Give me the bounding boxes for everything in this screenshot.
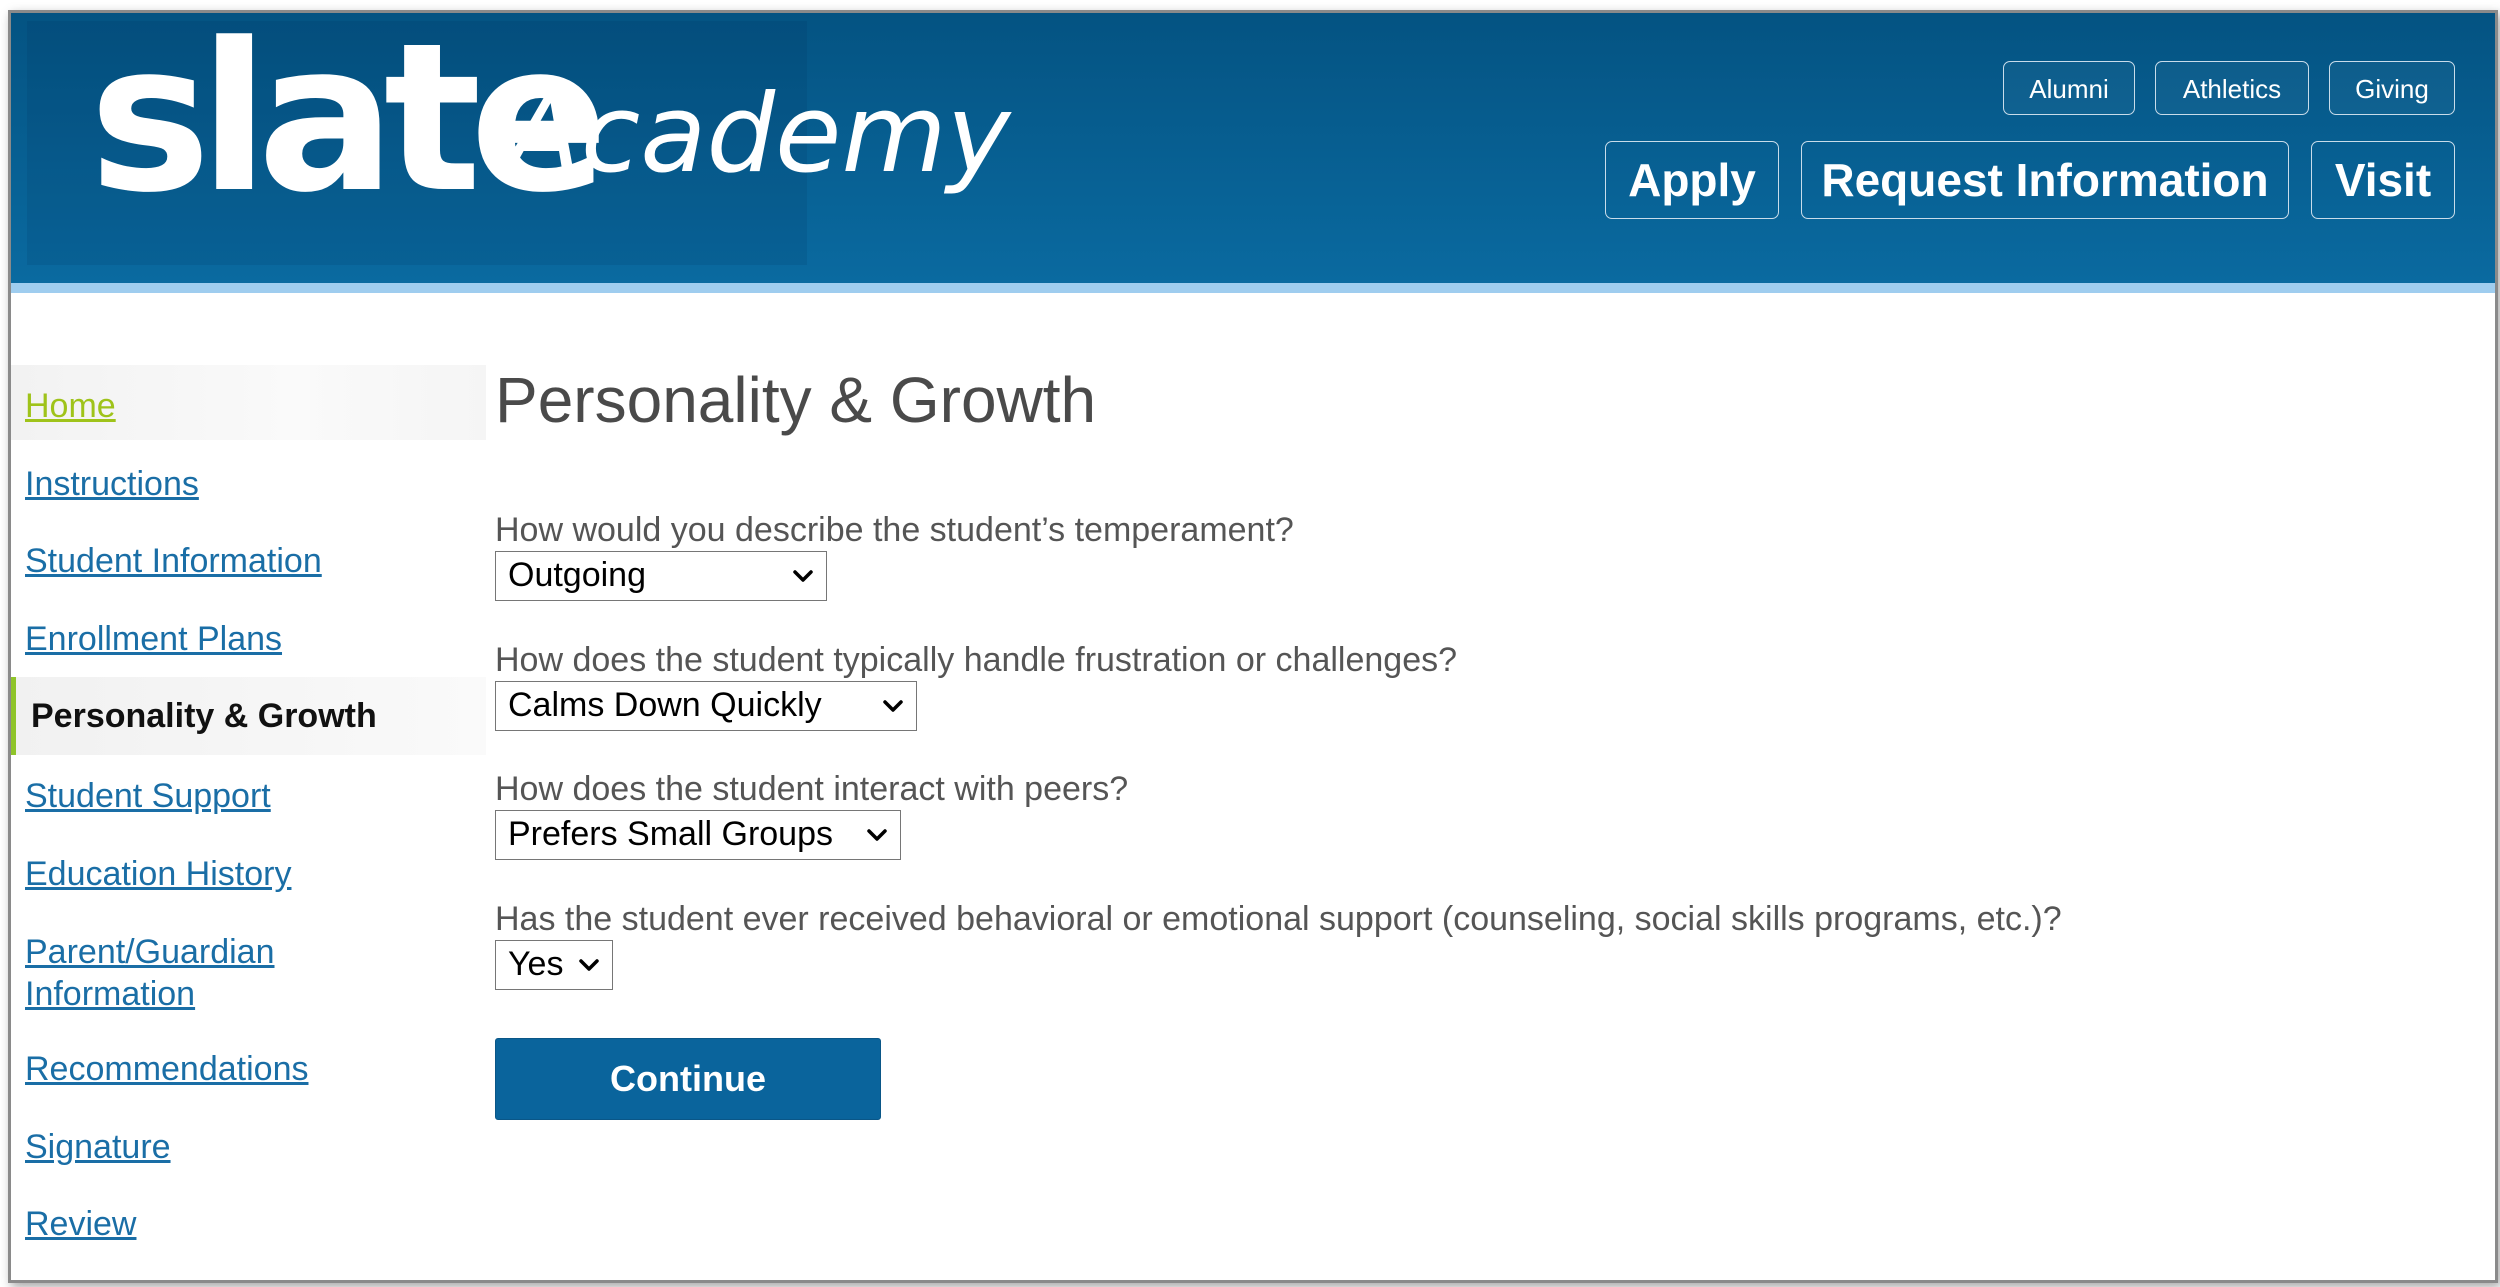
question-label-frustration: How does the student typically handle fr… [495,641,1458,679]
sidebar-item-personality-growth[interactable]: Personality & Growth [31,695,377,737]
sidebar-item-parent-guardian-line2[interactable]: Information [25,973,195,1015]
peers-select[interactable]: Prefers Small Groups [495,810,901,860]
continue-button[interactable]: Continue [495,1038,881,1120]
sidebar-item-student-information[interactable]: Student Information [25,540,322,582]
sidebar-item-education-history[interactable]: Education History [25,853,291,895]
visit-button[interactable]: Visit [2311,141,2455,219]
giving-link[interactable]: Giving [2329,61,2455,115]
question-label-temperament: How would you describe the student’s tem… [495,511,1294,549]
header-divider [11,283,2495,293]
sidebar-item-recommendations[interactable]: Recommendations [25,1048,308,1090]
alumni-link[interactable]: Alumni [2003,61,2135,115]
support-select-value: Yes [508,945,564,983]
logo-subtitle: Academy [507,72,1011,197]
frustration-select[interactable]: Calms Down Quickly [495,681,917,731]
sidebar-item-signature[interactable]: Signature [25,1126,171,1168]
question-label-support: Has the student ever received behavioral… [495,900,2062,938]
request-information-button[interactable]: Request Information [1801,141,2289,219]
chevron-down-icon [883,700,903,712]
site-header: slate Academy Alumni Athletics Giving Ap… [11,13,2495,283]
sidebar-item-enrollment-plans[interactable]: Enrollment Plans [25,618,282,660]
temperament-select-value: Outgoing [508,556,646,594]
browser-page: slate Academy Alumni Athletics Giving Ap… [8,10,2498,1283]
sidebar-item-instructions[interactable]: Instructions [25,463,199,505]
chevron-down-icon [579,959,599,971]
chevron-down-icon [867,829,887,841]
sidebar-item-review[interactable]: Review [25,1203,136,1245]
page-title: Personality & Growth [495,364,1097,436]
peers-select-value: Prefers Small Groups [508,815,833,853]
athletics-link[interactable]: Athletics [2155,61,2309,115]
support-select[interactable]: Yes [495,940,613,990]
sidebar-item-home[interactable]: Home [25,385,116,427]
sidebar-item-student-support[interactable]: Student Support [25,775,271,817]
site-logo[interactable]: slate Academy [27,17,1011,265]
apply-button[interactable]: Apply [1605,141,1779,219]
frustration-select-value: Calms Down Quickly [508,686,822,724]
temperament-select[interactable]: Outgoing [495,551,827,601]
chevron-down-icon [793,570,813,582]
question-label-peers: How does the student interact with peers… [495,770,1129,808]
sidebar-item-parent-guardian-line1[interactable]: Parent/Guardian [25,931,275,973]
